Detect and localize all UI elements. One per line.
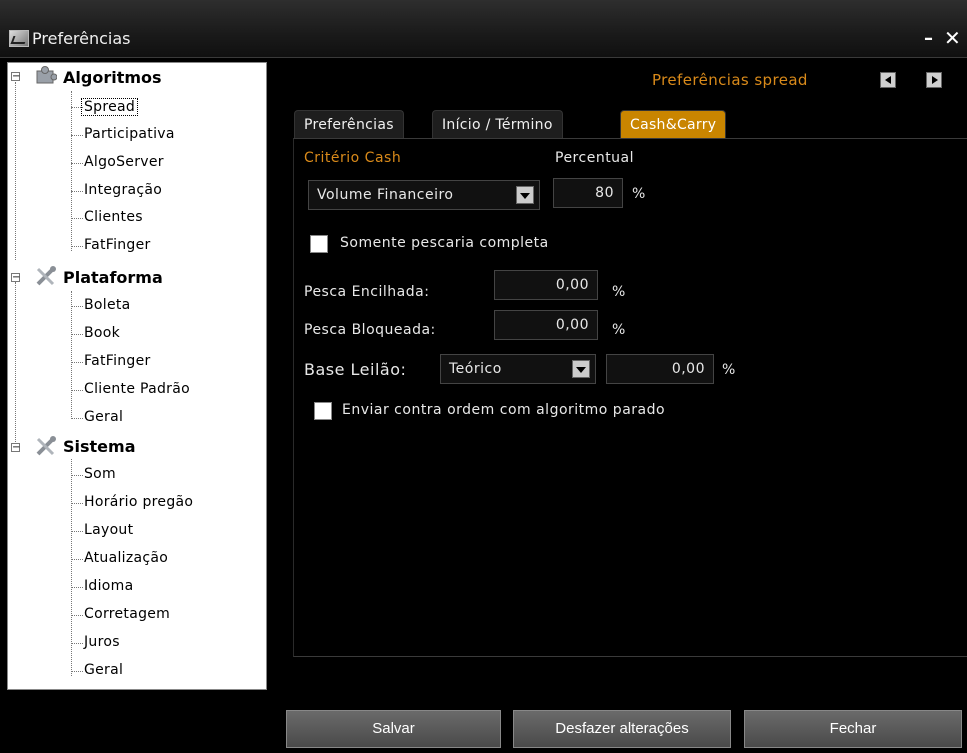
save-button[interactable]: Salvar	[286, 710, 501, 748]
tree-item-horario-pregao[interactable]: Horário pregão	[84, 494, 193, 510]
next-icon[interactable]	[926, 72, 942, 88]
tree-item-spread[interactable]: Spread	[81, 98, 139, 116]
base-leilao-select[interactable]: Teórico	[440, 354, 596, 384]
window-title: Preferências	[32, 29, 131, 48]
collapse-algoritmos-icon[interactable]: −	[11, 72, 20, 82]
previous-icon[interactable]	[880, 72, 896, 88]
title-bar: Preferências – ✕	[0, 0, 967, 58]
tree-item-corretagem[interactable]: Corretagem	[84, 606, 170, 622]
pesca-encilhada-label: Pesca Encilhada:	[304, 284, 430, 300]
spread-preferences-title: Preferências spread	[652, 71, 808, 89]
tree-item-boleta[interactable]: Boleta	[84, 297, 131, 313]
enviar-contra-ordem-label: Enviar contra ordem com algoritmo parado	[342, 402, 666, 418]
app-chart-icon	[9, 30, 29, 47]
tree-item-participativa[interactable]: Participativa	[84, 126, 175, 142]
tree-item-integracao[interactable]: Integração	[84, 182, 162, 198]
tree-item-layout[interactable]: Layout	[84, 522, 133, 538]
category-sistema[interactable]: Sistema	[63, 437, 136, 456]
base-leilao-value: Teórico	[449, 361, 502, 377]
tree-item-idioma[interactable]: Idioma	[84, 578, 134, 594]
preferences-tree[interactable]: − Algoritmos Spread Participativa AlgoSe…	[7, 62, 267, 690]
enviar-contra-ordem-checkbox[interactable]	[314, 402, 332, 420]
criterio-cash-select[interactable]: Volume Financeiro	[308, 180, 540, 210]
cash-carry-panel	[293, 138, 967, 657]
tree-item-som[interactable]: Som	[84, 466, 116, 482]
dropdown-arrow-icon[interactable]	[572, 360, 590, 378]
pesca-encilhada-input[interactable]: 0,00	[494, 270, 598, 300]
criterio-cash-label: Critério Cash	[304, 150, 402, 166]
percentual-input[interactable]: 80	[553, 178, 623, 208]
minimize-icon[interactable]: –	[924, 28, 933, 49]
tab-cash-carry[interactable]: Cash&Carry	[620, 110, 727, 138]
tree-item-juros[interactable]: Juros	[84, 634, 120, 650]
category-plataforma[interactable]: Plataforma	[63, 268, 163, 287]
tree-item-fatfinger-algo[interactable]: FatFinger	[84, 237, 151, 253]
tree-item-book[interactable]: Book	[84, 325, 120, 341]
tools-icon	[35, 436, 57, 456]
tree-item-geral-sist[interactable]: Geral	[84, 662, 123, 678]
tree-item-clientes[interactable]: Clientes	[84, 209, 143, 225]
pesca-bloqueada-label: Pesca Bloqueada:	[304, 322, 436, 338]
collapse-sistema-icon[interactable]: −	[11, 443, 20, 453]
tree-item-geral-plat[interactable]: Geral	[84, 409, 123, 425]
percent-symbol: %	[612, 322, 626, 338]
tab-inicio-termino[interactable]: Início / Término	[432, 110, 563, 138]
tree-item-atualizacao[interactable]: Atualização	[84, 550, 168, 566]
criterio-cash-value: Volume Financeiro	[317, 187, 454, 203]
tree-item-algoserver[interactable]: AlgoServer	[84, 154, 164, 170]
puzzle-icon	[35, 65, 58, 85]
base-leilao-input[interactable]: 0,00	[606, 354, 714, 384]
collapse-plataforma-icon[interactable]: −	[11, 273, 20, 283]
dropdown-arrow-icon[interactable]	[516, 186, 534, 204]
percentual-label: Percentual	[555, 150, 635, 166]
close-icon[interactable]: ✕	[944, 26, 961, 50]
percent-symbol: %	[722, 362, 736, 378]
tree-item-cliente-padrao[interactable]: Cliente Padrão	[84, 381, 190, 397]
undo-changes-button[interactable]: Desfazer alterações	[513, 710, 731, 748]
percent-symbol: %	[632, 186, 646, 202]
percent-symbol: %	[612, 284, 626, 300]
tree-item-fatfinger-plat[interactable]: FatFinger	[84, 353, 151, 369]
base-leilao-label: Base Leilão:	[304, 360, 407, 379]
tab-preferencias[interactable]: Preferências	[294, 110, 404, 138]
close-button[interactable]: Fechar	[744, 710, 962, 748]
category-algoritmos[interactable]: Algoritmos	[63, 68, 162, 87]
pesca-bloqueada-input[interactable]: 0,00	[494, 310, 598, 340]
tools-icon	[35, 266, 57, 286]
somente-pescaria-label: Somente pescaria completa	[340, 235, 549, 251]
somente-pescaria-checkbox[interactable]	[310, 235, 328, 253]
